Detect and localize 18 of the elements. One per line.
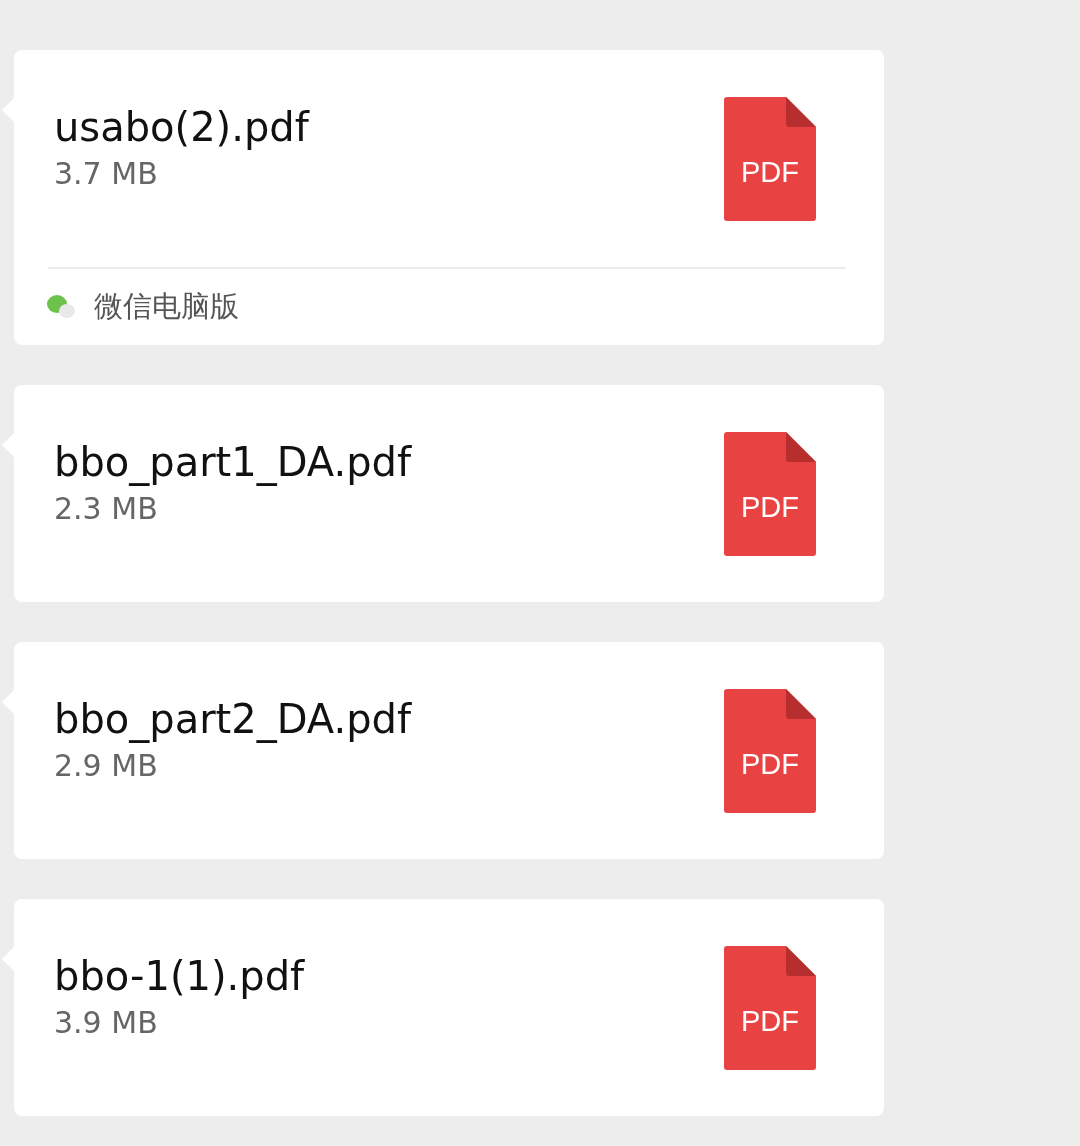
- file-size: 3.9 MB: [54, 1004, 159, 1042]
- file-size: 2.9 MB: [54, 747, 159, 785]
- file-message[interactable]: bbo_part2_DA.pdf 2.9 MB PDF: [14, 642, 884, 859]
- pdf-file-icon: PDF: [724, 97, 816, 221]
- source-label: 微信电脑版: [94, 288, 239, 325]
- file-message[interactable]: bbo-1(1).pdf 3.9 MB PDF: [14, 899, 884, 1116]
- file-size: 2.3 MB: [54, 490, 159, 528]
- file-name: bbo_part1_DA.pdf: [54, 438, 412, 488]
- file-name: bbo_part2_DA.pdf: [54, 695, 412, 745]
- file-name: bbo-1(1).pdf: [54, 952, 305, 1001]
- file-message[interactable]: bbo_part1_DA.pdf 2.3 MB PDF: [14, 385, 884, 602]
- file-name: usabo(2).pdf: [54, 103, 309, 152]
- pdf-file-icon: PDF: [724, 946, 816, 1070]
- file-size: 3.7 MB: [54, 155, 159, 193]
- pdf-file-icon: PDF: [724, 689, 816, 813]
- file-message[interactable]: usabo(2).pdf 3.7 MB PDF 微信电脑版: [14, 50, 884, 345]
- chat-bubbles-icon: [46, 294, 76, 320]
- pdf-file-icon: PDF: [724, 432, 816, 556]
